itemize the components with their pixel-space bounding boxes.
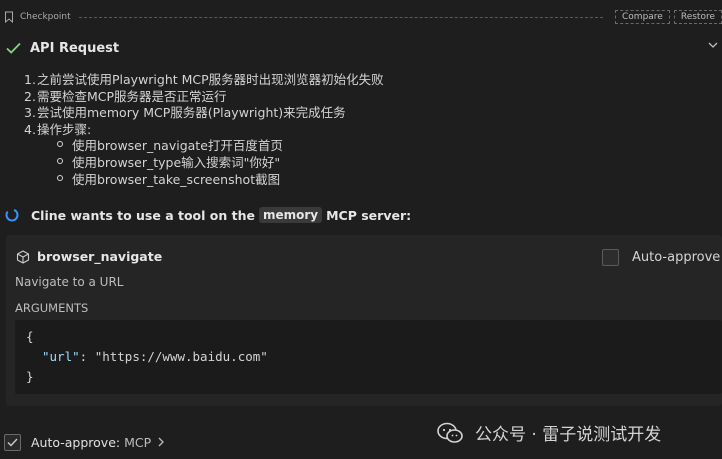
checkpoint-bar: Checkpoint Compare Restore [4, 9, 722, 25]
list-item: 1. 之前尝试使用Playwright MCP服务器时出现浏览器初始化失败 [24, 72, 384, 87]
sub-list-item: 使用browser_navigate打开百度首页 [24, 138, 384, 155]
json-separator: : [79, 349, 95, 364]
cube-icon [16, 249, 30, 264]
auto-approve-checkbox[interactable] [602, 249, 619, 266]
watermark: 公众号 · 雷子说测试开发 [409, 410, 722, 459]
json-key: "url" [42, 349, 80, 364]
sub-list-item: 使用browser_type输入搜索词"你好" [24, 155, 384, 172]
list-item: 2. 需要检查MCP服务器是否正常运行 [24, 88, 227, 104]
tool-request-header: Cline wants to use a tool on the memory … [5, 205, 411, 225]
sub-list-item: 使用browser_take_screenshot截图 [24, 172, 384, 189]
bullet-icon [57, 157, 63, 164]
tool-header: browser_navigate [16, 249, 162, 264]
wechat-logo-icon [437, 422, 463, 443]
checkpoint-divider [78, 16, 604, 18]
arguments-code-block: { "url": "https://www.baidu.com" } [15, 320, 722, 394]
code-line-open: { [26, 329, 34, 344]
auto-approve-toggle-checkbox[interactable] [4, 433, 21, 451]
tool-request-prefix: Cline wants to use a tool on the [31, 207, 255, 223]
auto-approve-footer-label: Auto-approve: [31, 434, 121, 450]
auto-approve-bar[interactable]: Auto-approve: MCP [4, 432, 165, 452]
compare-button[interactable]: Compare [615, 10, 670, 24]
api-request-header[interactable]: API Request [6, 38, 722, 58]
chevron-right-icon[interactable] [157, 437, 165, 447]
api-request-title: API Request [30, 40, 120, 56]
bullet-icon [57, 141, 63, 148]
restore-button[interactable]: Restore [673, 10, 722, 24]
list-item: 4. 操作步骤: [24, 121, 92, 137]
arguments-label: ARGUMENTS [15, 301, 89, 315]
json-value: "https://www.baidu.com" [94, 349, 268, 364]
tool-name: browser_navigate [37, 249, 163, 264]
bookmark-icon [5, 11, 13, 23]
tool-request-suffix: MCP server: [326, 207, 412, 223]
chevron-down-icon[interactable] [708, 40, 718, 50]
list-item: 3. 尝试使用memory MCP服务器(Playwright)来完成任务 [24, 105, 346, 121]
spinner-icon [5, 209, 19, 222]
tool-auto-approve[interactable]: Auto-approve [602, 249, 720, 266]
code-line-url: "url": "https://www.baidu.com" [42, 349, 268, 364]
tool-panel: browser_navigate Auto-approve Navigate t… [6, 235, 722, 406]
checkpoint-label: Checkpoint [20, 12, 71, 22]
checkmark-icon [6, 42, 21, 54]
plan-list: 1. 之前尝试使用Playwright MCP服务器时出现浏览器初始化失败 2.… [24, 72, 384, 188]
tool-description: Navigate to a URL [15, 275, 124, 289]
auto-approve-footer-value: MCP [124, 434, 152, 450]
bullet-icon [57, 174, 63, 181]
watermark-text: 公众号 · 雷子说测试开发 [475, 425, 662, 445]
code-line-close: } [26, 369, 34, 384]
server-name-badge: memory [258, 207, 323, 223]
auto-approve-label: Auto-approve [632, 250, 721, 265]
checkmark-icon [7, 438, 18, 447]
